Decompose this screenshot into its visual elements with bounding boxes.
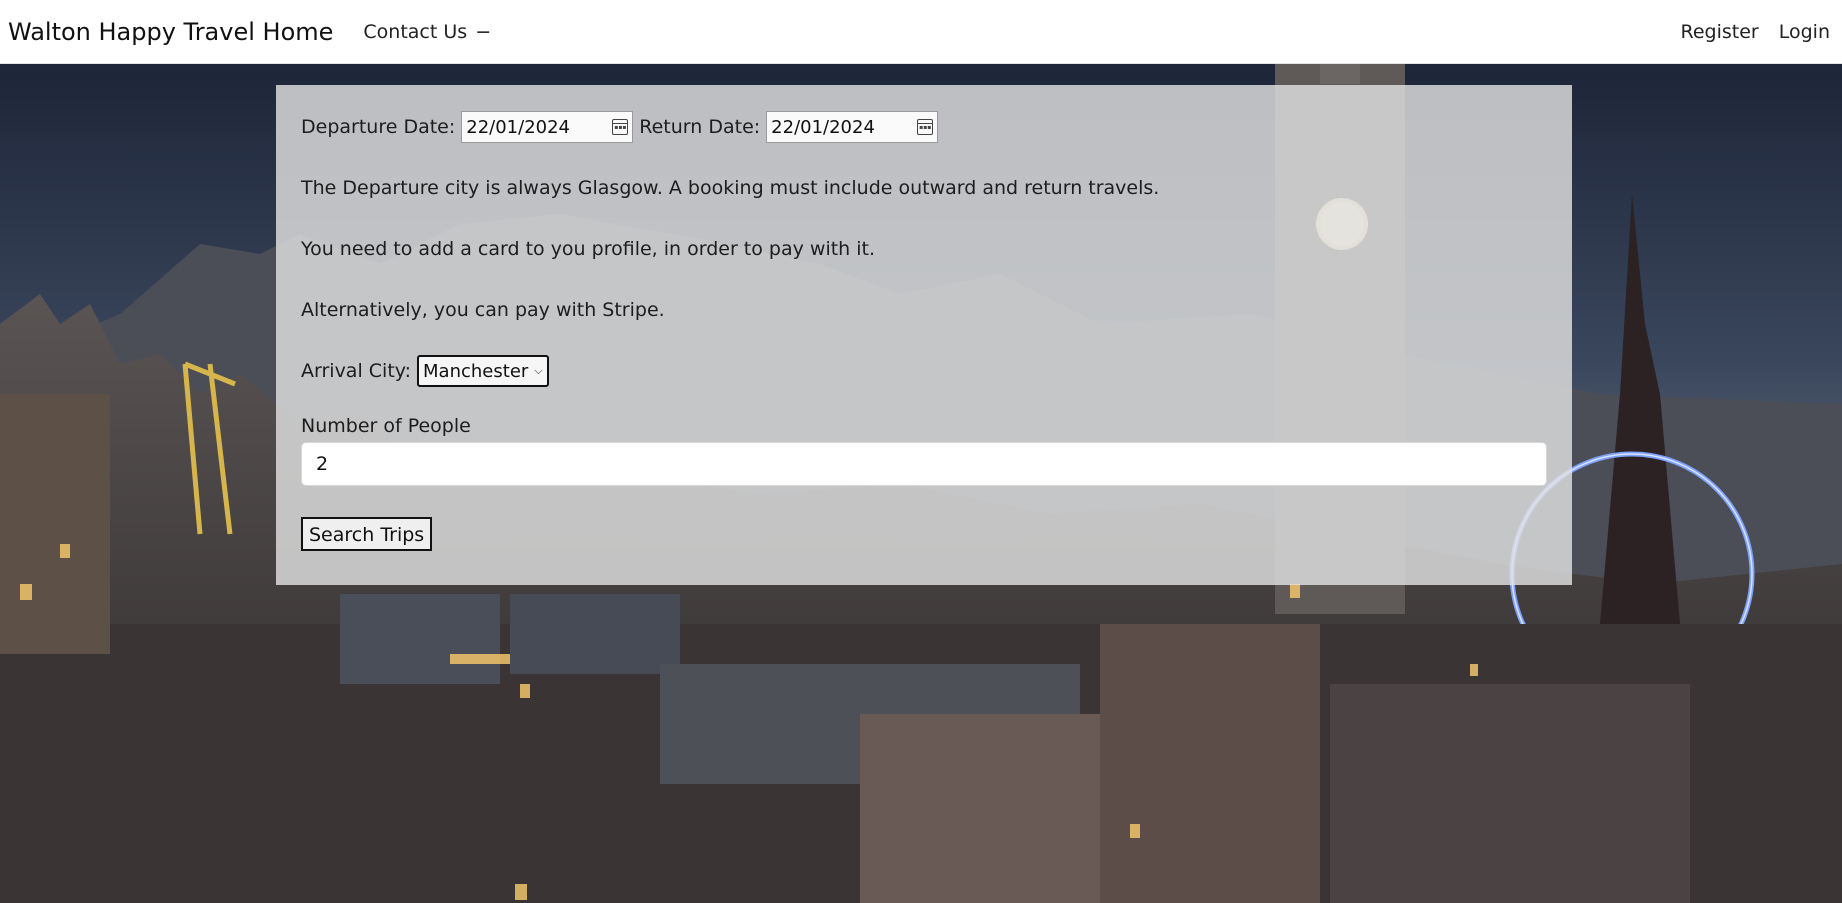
arrival-city-select[interactable]: Manchester ⌵ (417, 355, 549, 387)
login-link[interactable]: Login (1779, 21, 1830, 43)
calendar-icon[interactable] (612, 119, 629, 135)
arrival-city-label: Arrival City: (301, 360, 412, 382)
calendar-icon[interactable] (917, 119, 934, 135)
contact-dropdown[interactable]: Contact Us − (363, 21, 491, 43)
arrival-city-row: Arrival City: Manchester ⌵ (301, 354, 1547, 388)
brand-link[interactable]: Walton Happy Travel Home (8, 18, 333, 46)
chevron-down-icon: ⌵ (534, 364, 543, 377)
departure-date-label: Departure Date: (301, 116, 456, 138)
return-date-value: 22/01/2024 (771, 116, 875, 138)
info-add-card: You need to add a card to you profile, i… (301, 238, 876, 260)
return-date-label: Return Date: (639, 116, 761, 138)
search-trips-button[interactable]: Search Trips (301, 517, 433, 551)
nav-right: Register Login (1681, 21, 1831, 43)
arrival-city-value: Manchester (423, 360, 529, 382)
people-label: Number of People (301, 415, 471, 437)
booking-form-panel: Departure Date: 22/01/2024 Return Date: … (276, 85, 1572, 585)
navbar: Walton Happy Travel Home Contact Us − Re… (0, 0, 1842, 64)
contact-label: Contact Us (363, 20, 468, 43)
return-date-input[interactable]: 22/01/2024 (766, 111, 939, 143)
info-departure-city: The Departure city is always Glasgow. A … (301, 177, 1160, 199)
departure-date-value: 22/01/2024 (466, 116, 571, 138)
people-value: 2 (316, 453, 329, 475)
date-row: Departure Date: 22/01/2024 Return Date: … (301, 110, 1547, 144)
contact-caret-icon: − (475, 20, 492, 43)
people-input[interactable]: 2 (301, 442, 1547, 486)
info-stripe: Alternatively, you can pay with Stripe. (301, 299, 665, 321)
register-link[interactable]: Register (1681, 21, 1759, 43)
departure-date-input[interactable]: 22/01/2024 (461, 111, 634, 143)
